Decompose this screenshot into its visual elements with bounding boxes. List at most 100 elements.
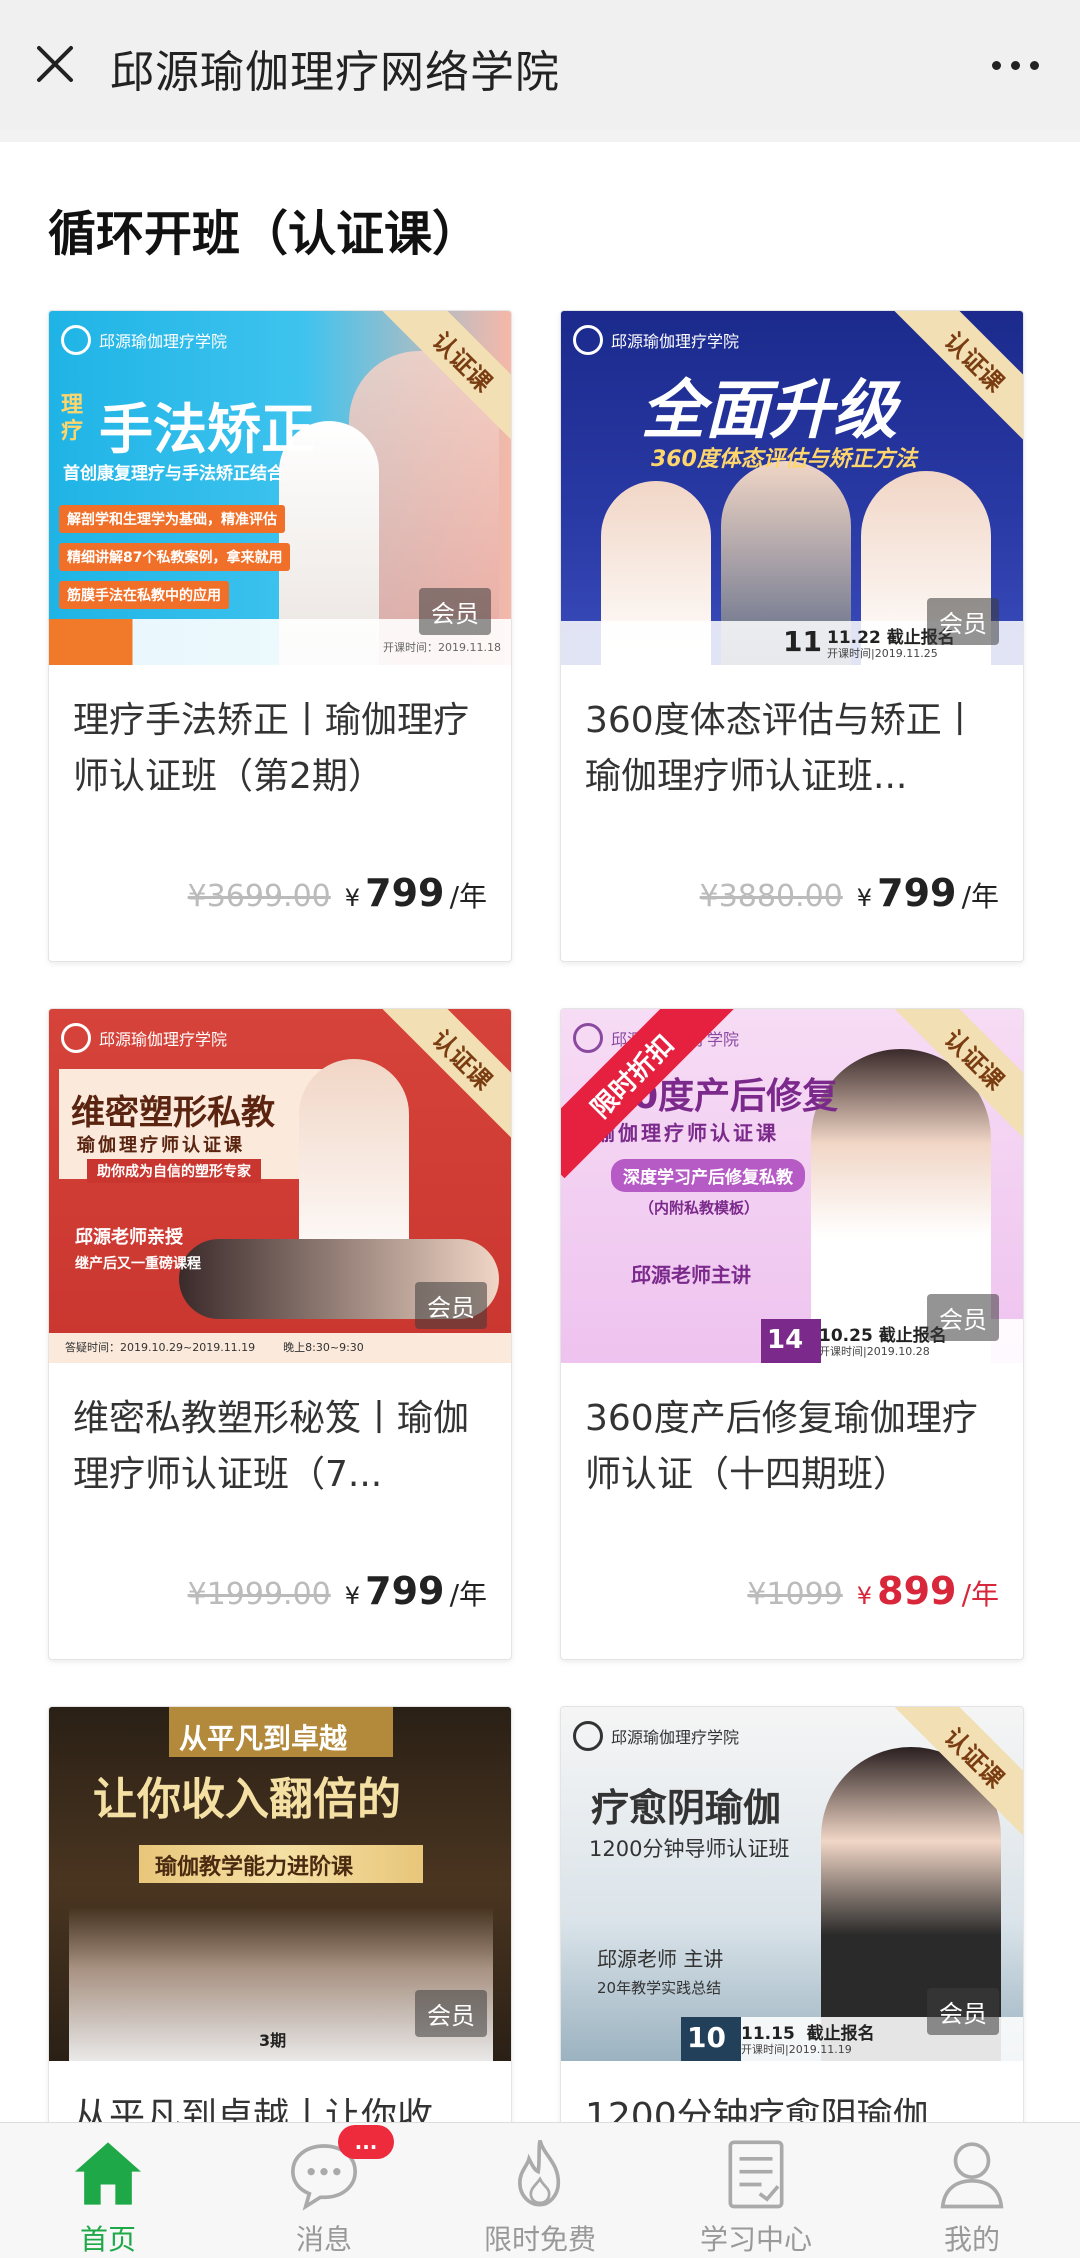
course-card[interactable]: 从平凡到卓越 让你收入翻倍的 瑜伽教学能力进阶课 3期 会员 从平凡到卓越丨让你… (48, 1706, 512, 2122)
banner-subtitle: 瑜伽理疗师认证课 (77, 1135, 245, 1156)
banner-period: 14 (767, 1325, 804, 1355)
academy-logo-icon (61, 325, 91, 355)
banner-start-date: 开课时间|2019.11.25 (827, 647, 938, 660)
banner-teacher: 邱源老师亲授 (75, 1227, 183, 1248)
banner-headline-2: 让你收入翻倍的 (93, 1774, 401, 1825)
course-title: 360度体态评估与矫正丨瑜伽理疗师认证班... (585, 700, 978, 797)
tab-learning-center[interactable]: 学习中心 (648, 2123, 864, 2258)
tab-free[interactable]: 限时免费 (432, 2123, 648, 2258)
member-badge: 会员 (927, 1294, 999, 1341)
banner-period: 10 (687, 2021, 726, 2054)
course-banner: 邱源瑜伽理疗学院 360度产后修复 瑜伽理疗师认证课 深度学习产后修复私教 （内… (561, 1009, 1023, 1363)
banner-subtitle: 首创康复理疗与手法矫正结合 (63, 464, 284, 484)
banner-subtitle: 360度体态评估与矫正方法 (651, 447, 917, 472)
course-card[interactable]: 邱源瑜伽理疗学院 疗愈阴瑜伽 1200分钟导师认证班 邱源老师 主讲 20年教学… (560, 1706, 1024, 2122)
banner-start-date: 开课时间|2019.11.19 (741, 2043, 852, 2056)
course-card[interactable]: 邱源瑜伽理疗学院 维密塑形私教 瑜伽理疗师认证课 助你成为自信的塑形专家 邱源老… (48, 1008, 512, 1660)
banner-headline: 疗愈阴瑜伽 (591, 1786, 782, 1830)
original-price: ¥1099 (747, 1577, 843, 1612)
banner-subtitle-2: 助你成为自信的塑形专家 (87, 1159, 261, 1183)
price-row: ¥1099 ¥ 899 /年 (747, 1569, 999, 1619)
tab-messages[interactable]: 消息 (216, 2123, 432, 2258)
home-icon (75, 2142, 141, 2205)
member-badge: 会员 (419, 588, 491, 635)
banner-start-date: 开课时间|2019.10.28 (819, 1345, 930, 1358)
banner-bullet: 解剖学和生理学为基础，精准评估 (59, 505, 285, 533)
banner-teacher: 邱源老师主讲 (631, 1263, 751, 1287)
banner-bullet: 精细讲解87个私教案例，拿来就用 (59, 543, 291, 571)
member-badge: 会员 (927, 598, 999, 645)
current-price: ¥ 799 /年 (344, 871, 487, 915)
banner-subtitle-2: 深度学习产后修复私教 (611, 1159, 805, 1192)
more-dot-icon (991, 60, 1001, 70)
banner-tag: 理疗 (61, 393, 84, 444)
banner-period: 11 (783, 625, 822, 658)
original-price: ¥3699.00 (187, 879, 331, 914)
academy-logo-icon (573, 1023, 603, 1053)
more-menu-button[interactable] (970, 40, 1060, 90)
more-dot-icon (1029, 60, 1039, 70)
member-badge: 会员 (415, 1990, 487, 2037)
current-price: ¥ 899 /年 (856, 1569, 999, 1613)
tab-label: 消息 (295, 2223, 352, 2256)
top-bar: 邱源瑜伽理疗网络学院 (0, 0, 1080, 130)
tab-home[interactable]: 首页 (0, 2123, 216, 2258)
course-title: 维密私教塑形秘笈丨瑜伽理疗师认证班（7... (73, 1398, 470, 1495)
section-title: 循环开班（认证课） (48, 206, 481, 262)
academy-logo-icon (573, 1721, 603, 1751)
banner-bullet: 筋膜手法在私教中的应用 (59, 581, 229, 609)
member-badge: 会员 (415, 1282, 487, 1329)
current-price: ¥ 799 /年 (856, 871, 999, 915)
banner-headline-1: 从平凡到卓越 (179, 1722, 348, 1755)
tab-label: 限时免费 (483, 2223, 596, 2256)
course-title: 从平凡到卓越丨让你收 (73, 2096, 434, 2122)
banner-headline: 维密塑形私教 (71, 1093, 275, 1133)
tab-profile[interactable]: 我的 (864, 2123, 1080, 2258)
price-row: ¥3699.00 ¥ 799 /年 (188, 871, 487, 921)
course-banner: 邱源瑜伽理疗学院 疗愈阴瑜伽 1200分钟导师认证班 邱源老师 主讲 20年教学… (561, 1707, 1023, 2061)
banner-subtitle-3: （内附私教模板） (639, 1199, 760, 1217)
course-banner: 从平凡到卓越 让你收入翻倍的 瑜伽教学能力进阶课 3期 会员 (49, 1707, 511, 2061)
fire-icon (517, 2139, 561, 2207)
more-dot-icon (1010, 60, 1020, 70)
tab-label: 首页 (79, 2223, 136, 2256)
course-title: 1200分钟疗愈阴瑜伽 (585, 2096, 929, 2122)
app-title: 邱源瑜伽理疗网络学院 (110, 47, 560, 98)
course-title: 理疗手法矫正丨瑜伽理疗师认证班（第2期） (73, 700, 470, 797)
original-price: ¥1999.00 (187, 1577, 331, 1612)
banner-teacher: 邱源老师 主讲 (597, 1947, 724, 1971)
banner-time: 答疑时间：2019.10.29~2019.11.19 晚上8:30~9:30 (65, 1341, 364, 1354)
academy-logo-icon (573, 325, 603, 355)
main-content[interactable]: 循环开班（认证课） 邱源瑜伽理疗学院 理疗 手法矫正 首创康复理疗与手法矫正结合… (0, 142, 1080, 2122)
banner-subtitle: 1200分钟导师认证班 (589, 1837, 790, 1861)
banner-period: 3期 (259, 2031, 287, 2050)
course-card[interactable]: 邱源瑜伽理疗学院 全面升级 360度体态评估与矫正方法 11 11.22 截止报… (560, 310, 1024, 962)
banner-subtitle: 瑜伽理疗师认证课 (595, 1121, 779, 1145)
price-row: ¥1999.00 ¥ 799 /年 (188, 1569, 487, 1619)
academy-logo-icon (61, 1023, 91, 1053)
course-card[interactable]: 邱源瑜伽理疗学院 360度产后修复 瑜伽理疗师认证课 深度学习产后修复私教 （内… (560, 1008, 1024, 1660)
banner-note: 继产后又一重磅课程 (75, 1256, 201, 1272)
banner-start-date: 开课时间：2019.11.18 (383, 641, 501, 654)
course-banner: 邱源瑜伽理疗学院 理疗 手法矫正 首创康复理疗与手法矫正结合 解剖学和生理学为基… (49, 311, 511, 665)
close-button[interactable] (30, 34, 80, 94)
close-icon (37, 46, 73, 82)
document-icon (728, 2140, 784, 2209)
course-banner: 邱源瑜伽理疗学院 维密塑形私教 瑜伽理疗师认证课 助你成为自信的塑形专家 邱源老… (49, 1009, 511, 1363)
bottom-tab-bar: 首页 消息 限时免费 学习中心 我的 ... (0, 2122, 1080, 2258)
banner-note: 20年教学实践总结 (597, 1979, 722, 1997)
user-icon (940, 2142, 1004, 2209)
tab-label: 学习中心 (699, 2223, 812, 2256)
course-banner: 邱源瑜伽理疗学院 全面升级 360度体态评估与矫正方法 11 11.22 截止报… (561, 311, 1023, 665)
banner-headline: 手法矫正 (99, 398, 315, 461)
current-price: ¥ 799 /年 (344, 1569, 487, 1613)
banner-headline: 全面升级 (641, 374, 897, 448)
original-price: ¥3880.00 (699, 879, 843, 914)
message-badge: ... (338, 2125, 394, 2159)
course-title: 360度产后修复瑜伽理疗师认证（十四期班） (585, 1398, 978, 1495)
banner-subtitle: 瑜伽教学能力进阶课 (155, 1855, 354, 1880)
price-row: ¥3880.00 ¥ 799 /年 (700, 871, 999, 921)
member-badge: 会员 (927, 1988, 999, 2035)
tab-label: 我的 (943, 2223, 1000, 2256)
course-card[interactable]: 邱源瑜伽理疗学院 理疗 手法矫正 首创康复理疗与手法矫正结合 解剖学和生理学为基… (48, 310, 512, 962)
